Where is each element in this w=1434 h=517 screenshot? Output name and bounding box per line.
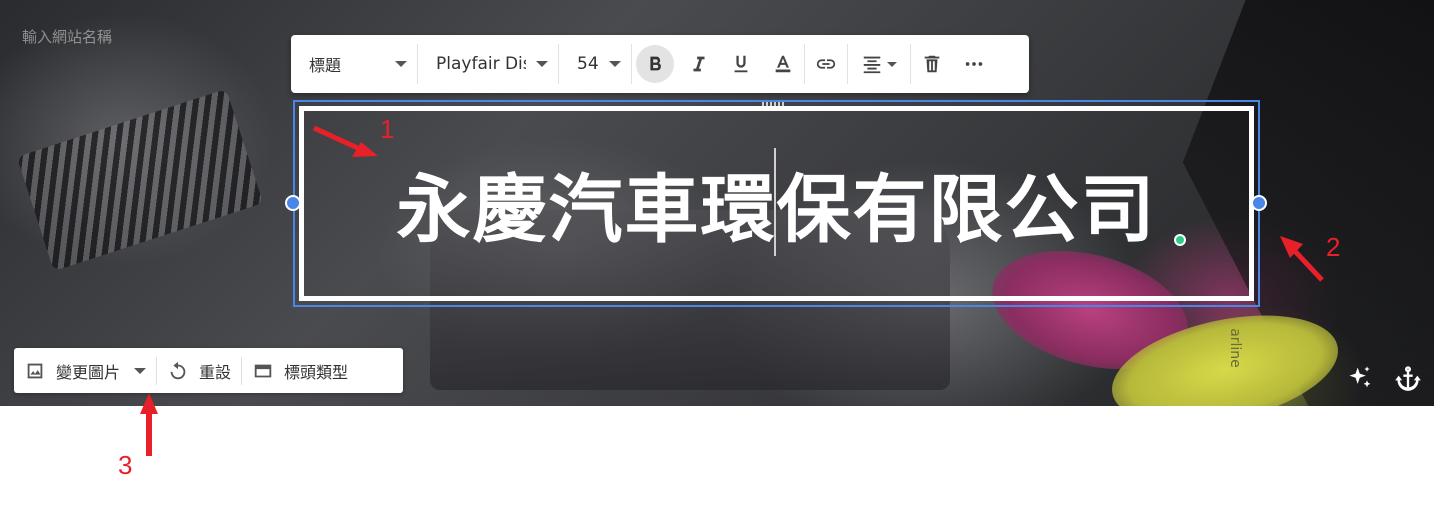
text-cursor	[774, 148, 776, 256]
italic-button[interactable]	[677, 42, 721, 86]
header-type-button[interactable]: 標頭類型	[242, 348, 358, 393]
more-button[interactable]	[952, 42, 996, 86]
change-image-button[interactable]: 變更圖片	[14, 348, 156, 393]
status-dot	[1174, 234, 1186, 246]
bold-button[interactable]	[636, 45, 674, 83]
annotation-label-1: 1	[380, 114, 395, 144]
corner-tools	[1346, 364, 1422, 392]
change-image-label: 變更圖片	[56, 362, 121, 382]
title-text-before: 永慶汽車環	[396, 167, 777, 253]
reset-icon	[170, 361, 186, 379]
text-color-button[interactable]	[761, 42, 805, 86]
trash-icon	[924, 55, 940, 73]
title-selection-frame[interactable]: 永慶汽車環保有限公司	[293, 100, 1260, 307]
chevron-down-icon	[536, 61, 548, 67]
header-type-label: 標頭類型	[284, 362, 349, 382]
italic-icon	[693, 56, 705, 72]
bold-icon	[650, 56, 661, 71]
resize-handle-left[interactable]	[285, 195, 301, 211]
site-name-placeholder[interactable]: 輸入網站名稱	[22, 26, 112, 47]
font-family-label: Playfair Display	[436, 54, 526, 74]
annotation-label-2: 2	[1326, 232, 1341, 262]
title-border-box: 永慶汽車環保有限公司	[299, 106, 1254, 301]
font-size-dropdown[interactable]: 54	[559, 35, 631, 93]
text-style-dropdown[interactable]: 標題	[291, 35, 417, 93]
sparkle-icon[interactable]	[1346, 364, 1374, 392]
reset-button[interactable]: 重設	[157, 348, 241, 393]
page-title[interactable]: 永慶汽車環保有限公司	[397, 150, 1157, 257]
header-toolbar: 變更圖片 重設 標頭類型	[14, 348, 403, 393]
more-icon	[965, 62, 983, 66]
text-style-label: 標題	[309, 56, 342, 75]
link-icon	[816, 59, 836, 69]
divider	[631, 44, 632, 84]
title-text-after: 保有限公司	[776, 167, 1157, 253]
text-color-icon	[775, 55, 791, 73]
text-toolbar: 標題 Playfair Display 54	[291, 35, 1029, 93]
chevron-down-icon	[134, 367, 147, 374]
reset-label: 重設	[199, 362, 232, 382]
chevron-down-icon	[887, 61, 897, 67]
anchor-icon[interactable]	[1394, 364, 1422, 392]
font-size-label: 54	[577, 54, 599, 74]
glove-brand-text: arline	[1226, 328, 1243, 368]
chevron-down-icon	[395, 61, 407, 67]
align-center-icon	[863, 56, 881, 74]
align-dropdown[interactable]	[848, 53, 910, 75]
underline-icon	[734, 55, 748, 73]
delete-button[interactable]	[910, 42, 954, 86]
resize-handle-right[interactable]	[1251, 195, 1267, 211]
engine-detail	[16, 88, 264, 272]
underline-button[interactable]	[719, 42, 763, 86]
font-family-dropdown[interactable]: Playfair Display	[418, 35, 558, 93]
image-icon	[27, 363, 43, 378]
chevron-down-icon	[609, 61, 621, 67]
link-button[interactable]	[804, 42, 848, 86]
annotation-label-3: 3	[118, 450, 133, 480]
header-layout-icon	[254, 364, 272, 377]
